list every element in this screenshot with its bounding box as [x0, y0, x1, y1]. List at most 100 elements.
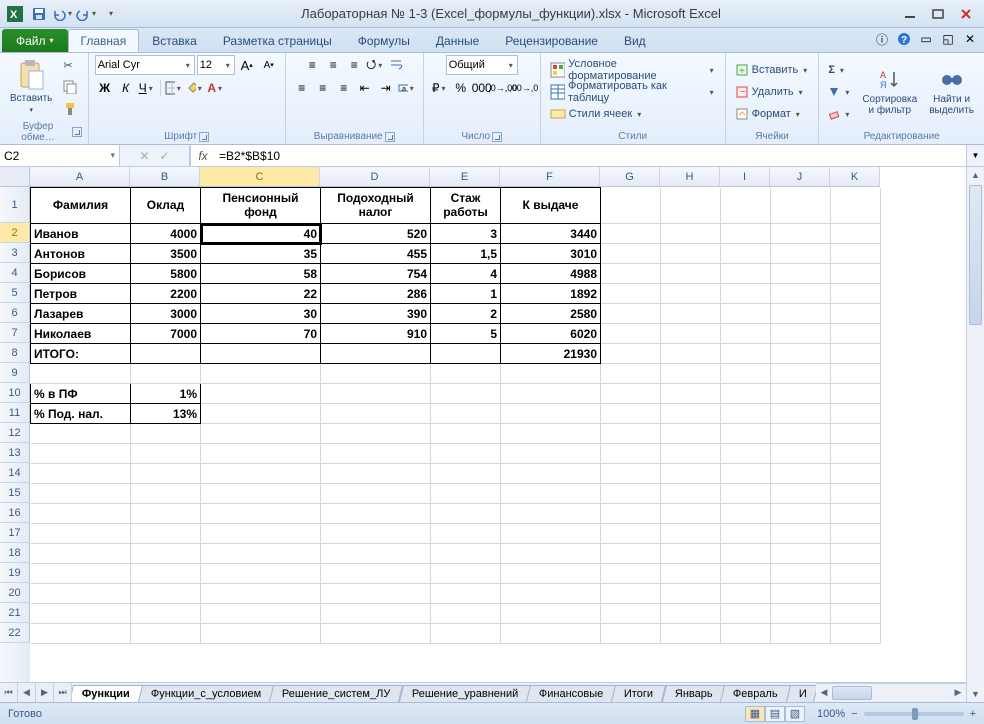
cell-H14[interactable] [661, 464, 721, 484]
cell-B19[interactable] [131, 564, 201, 584]
cell-B11[interactable]: 13% [131, 404, 201, 424]
cell-G13[interactable] [601, 444, 661, 464]
shrink-font-button[interactable]: A▾ [259, 55, 279, 75]
row-header-15[interactable]: 15 [0, 483, 30, 503]
cell-H17[interactable] [661, 524, 721, 544]
cell-J3[interactable] [771, 244, 831, 264]
sheet-tab-8[interactable]: И [786, 685, 816, 702]
sheet-tab-2[interactable]: Решение_систем_ЛУ [269, 685, 404, 702]
cell-D5[interactable]: 286 [321, 284, 431, 304]
vertical-scrollbar[interactable]: ▲ ▼ [966, 167, 984, 702]
cell-J7[interactable] [771, 324, 831, 344]
row-header-19[interactable]: 19 [0, 563, 30, 583]
cell-C20[interactable] [201, 584, 321, 604]
cell-K16[interactable] [831, 504, 881, 524]
sheet-tab-6[interactable]: Январь [661, 685, 725, 702]
font-name-combo[interactable]: Arial Cyr▾ [95, 55, 195, 75]
cell-D16[interactable] [321, 504, 431, 524]
cell-K8[interactable] [831, 344, 881, 364]
cell-D10[interactable] [321, 384, 431, 404]
column-header-J[interactable]: J [770, 167, 830, 186]
cell-B15[interactable] [131, 484, 201, 504]
column-header-H[interactable]: H [660, 167, 720, 186]
accounting-format-button[interactable]: ₽▾ [430, 78, 450, 98]
cell-D8[interactable] [321, 344, 431, 364]
window-restore-doc-icon[interactable]: ◱ [940, 31, 956, 47]
row-header-9[interactable]: 9 [0, 363, 30, 383]
cell-I8[interactable] [721, 344, 771, 364]
cell-A21[interactable] [31, 604, 131, 624]
cell-J15[interactable] [771, 484, 831, 504]
find-select-button[interactable]: Найти и выделить [925, 66, 978, 118]
cell-H8[interactable] [661, 344, 721, 364]
cell-C2[interactable]: 40 [201, 224, 321, 244]
cell-B8[interactable] [131, 344, 201, 364]
column-header-G[interactable]: G [600, 167, 660, 186]
grow-font-button[interactable]: A▴ [237, 55, 257, 75]
cell-B6[interactable]: 3000 [131, 304, 201, 324]
autosum-button[interactable]: Σ▾ [825, 60, 854, 80]
format-painter-button[interactable] [60, 99, 80, 119]
sheet-tab-4[interactable]: Финансовые [526, 685, 617, 702]
increase-indent-button[interactable]: ⇥ [376, 78, 396, 98]
cell-K6[interactable] [831, 304, 881, 324]
row-header-4[interactable]: 4 [0, 263, 30, 283]
cell-J5[interactable] [771, 284, 831, 304]
cell-I13[interactable] [721, 444, 771, 464]
cell-B5[interactable]: 2200 [131, 284, 201, 304]
tab-nav-next[interactable]: ▶ [36, 683, 54, 702]
cell-K12[interactable] [831, 424, 881, 444]
copy-button[interactable] [60, 77, 80, 97]
cell-D1[interactable]: Подоходныйналог [321, 188, 431, 224]
cell-I21[interactable] [721, 604, 771, 624]
name-box[interactable]: C2▾ [0, 145, 120, 166]
cell-I4[interactable] [721, 264, 771, 284]
font-size-combo[interactable]: 12▾ [197, 55, 235, 75]
cell-D21[interactable] [321, 604, 431, 624]
formula-input[interactable]: =B2*$B$10 [215, 149, 966, 163]
tab-insert[interactable]: Вставка [139, 29, 210, 52]
cell-H15[interactable] [661, 484, 721, 504]
cell-B4[interactable]: 5800 [131, 264, 201, 284]
cell-G12[interactable] [601, 424, 661, 444]
cell-B9[interactable] [131, 364, 201, 384]
cell-G14[interactable] [601, 464, 661, 484]
cell-J6[interactable] [771, 304, 831, 324]
cell-B2[interactable]: 4000 [131, 224, 201, 244]
cell-G4[interactable] [601, 264, 661, 284]
cell-K9[interactable] [831, 364, 881, 384]
cell-E21[interactable] [431, 604, 501, 624]
cell-H3[interactable] [661, 244, 721, 264]
cell-G18[interactable] [601, 544, 661, 564]
borders-button[interactable]: ▾ [164, 78, 184, 98]
cell-J19[interactable] [771, 564, 831, 584]
clear-button[interactable]: ▾ [825, 104, 854, 124]
cell-K19[interactable] [831, 564, 881, 584]
view-page-layout-button[interactable]: ▤ [765, 706, 785, 722]
cell-F6[interactable]: 2580 [501, 304, 601, 324]
vscroll-down[interactable]: ▼ [967, 686, 984, 702]
column-header-K[interactable]: K [830, 167, 880, 186]
cell-D14[interactable] [321, 464, 431, 484]
cell-F16[interactable] [501, 504, 601, 524]
cell-H4[interactable] [661, 264, 721, 284]
cell-C14[interactable] [201, 464, 321, 484]
align-center-button[interactable]: ≡ [313, 78, 333, 98]
cell-C6[interactable]: 30 [201, 304, 321, 324]
cell-J10[interactable] [771, 384, 831, 404]
help-icon[interactable]: ? [896, 31, 912, 47]
cell-D20[interactable] [321, 584, 431, 604]
cell-A3[interactable]: Антонов [31, 244, 131, 264]
tab-review[interactable]: Рецензирование [492, 29, 611, 52]
cell-C7[interactable]: 70 [201, 324, 321, 344]
cell-B3[interactable]: 3500 [131, 244, 201, 264]
hscroll-right[interactable]: ▶ [950, 687, 966, 698]
cell-A13[interactable] [31, 444, 131, 464]
cell-C21[interactable] [201, 604, 321, 624]
cell-B14[interactable] [131, 464, 201, 484]
cell-D6[interactable]: 390 [321, 304, 431, 324]
cell-B7[interactable]: 7000 [131, 324, 201, 344]
cell-K20[interactable] [831, 584, 881, 604]
row-header-1[interactable]: 1 [0, 187, 30, 223]
cell-K22[interactable] [831, 624, 881, 644]
